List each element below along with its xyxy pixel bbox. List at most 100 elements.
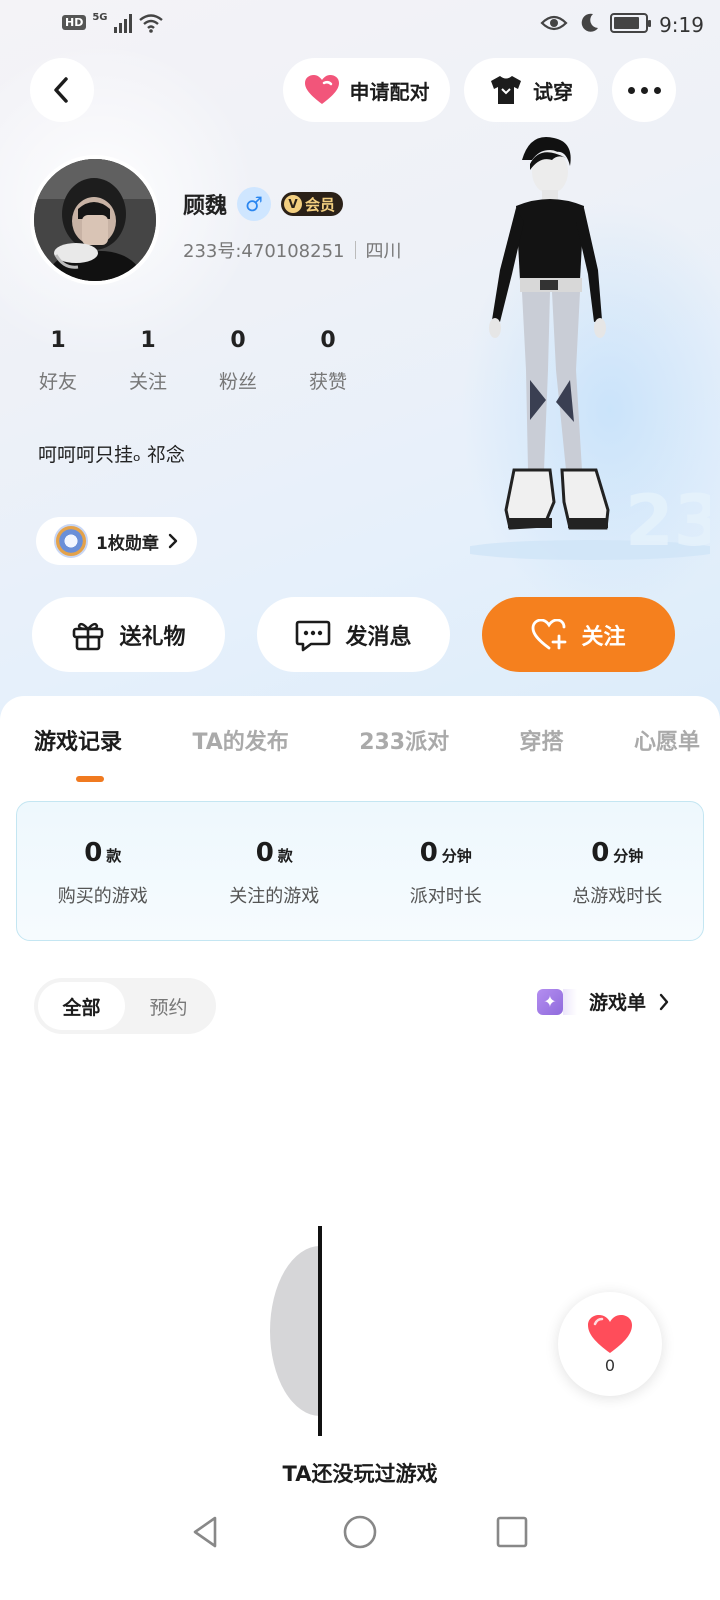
nav-home-icon[interactable] bbox=[340, 1512, 380, 1552]
summary-value: 0 bbox=[419, 838, 438, 868]
tab-game-records[interactable]: 游戏记录 bbox=[34, 724, 122, 756]
chevron-right-icon bbox=[168, 533, 178, 549]
summary-unit: 分钟 bbox=[441, 847, 472, 865]
send-gift-label: 送礼物 bbox=[119, 624, 186, 650]
summary-party-time[interactable]: 0 分钟 派对时长 bbox=[360, 802, 532, 940]
stat-label: 粉丝 bbox=[218, 371, 257, 393]
stat-value: 1 bbox=[140, 328, 156, 353]
empty-state-illustration bbox=[270, 1226, 322, 1436]
hd-indicator: HD bbox=[62, 15, 87, 30]
follow-button[interactable]: 关注 bbox=[482, 597, 675, 672]
heart-icon bbox=[304, 75, 339, 104]
medal-icon bbox=[54, 524, 88, 558]
summary-unit: 款 bbox=[106, 847, 122, 865]
empty-state-text: TA还没玩过游戏 bbox=[282, 1462, 438, 1486]
more-icon bbox=[627, 86, 661, 94]
svg-text:233: 233 bbox=[625, 480, 710, 560]
summary-unit: 分钟 bbox=[613, 847, 644, 865]
stat-label: 关注 bbox=[128, 371, 167, 393]
tab-outfits[interactable]: 穿搭 bbox=[520, 724, 564, 756]
summary-value: 0 bbox=[591, 838, 610, 868]
stat-value: 0 bbox=[320, 328, 336, 353]
send-message-label: 发消息 bbox=[345, 624, 412, 650]
filter-all[interactable]: 全部 bbox=[38, 982, 125, 1030]
tshirt-icon bbox=[491, 76, 521, 104]
try-on-label: 试穿 bbox=[533, 79, 573, 104]
summary-label: 购买的游戏 bbox=[57, 886, 148, 907]
stat-fans[interactable]: 0 粉丝 bbox=[216, 328, 306, 394]
send-message-button[interactable]: 发消息 bbox=[257, 597, 450, 672]
summary-purchased[interactable]: 0 款 购买的游戏 bbox=[17, 802, 189, 940]
user-name: 顾魏 bbox=[183, 194, 228, 219]
avatar-photo bbox=[34, 159, 156, 281]
summary-unit: 款 bbox=[277, 847, 293, 865]
user-location: 四川 bbox=[365, 241, 402, 262]
follow-label: 关注 bbox=[581, 624, 626, 650]
stat-likes[interactable]: 0 获赞 bbox=[306, 328, 396, 394]
filter-reserve[interactable]: 预约 bbox=[125, 982, 212, 1030]
tab-party[interactable]: 233派对 bbox=[359, 724, 449, 756]
battery-icon bbox=[610, 13, 651, 33]
try-on-button[interactable]: 试穿 bbox=[464, 58, 598, 122]
avatar[interactable] bbox=[30, 155, 160, 285]
stats-row: 1 好友 1 关注 0 粉丝 0 获赞 bbox=[36, 328, 396, 394]
vip-badge[interactable]: V 会员 bbox=[281, 192, 344, 216]
filter-segment: 全部 预约 bbox=[34, 978, 216, 1034]
stat-following[interactable]: 1 关注 bbox=[126, 328, 216, 394]
apply-pair-button[interactable]: 申请配对 bbox=[283, 58, 450, 122]
system-nav-bar bbox=[0, 1500, 720, 1600]
stat-value: 0 bbox=[230, 328, 246, 353]
chevron-right-icon bbox=[659, 993, 669, 1010]
stat-label: 获赞 bbox=[308, 371, 347, 393]
tab-bar: 游戏记录 TA的发布 233派对 穿搭 心愿单 bbox=[34, 724, 700, 756]
wifi-icon bbox=[138, 13, 163, 33]
summary-value: 0 bbox=[255, 838, 274, 868]
nav-back-icon[interactable] bbox=[185, 1512, 225, 1552]
gift-icon bbox=[73, 622, 104, 650]
eye-icon bbox=[540, 15, 568, 31]
user-id: 233号:470108251 bbox=[183, 241, 345, 262]
apply-pair-label: 申请配对 bbox=[349, 79, 430, 104]
vip-icon: V bbox=[284, 195, 303, 213]
name-row: 顾魏 ♂ V 会员 bbox=[183, 187, 344, 221]
game-list-link[interactable]: ✦ 游戏单 bbox=[536, 988, 670, 1015]
summary-label: 派对时长 bbox=[409, 886, 482, 907]
medal-label: 1枚勋章 bbox=[96, 533, 159, 554]
back-button[interactable] bbox=[30, 58, 94, 122]
chevron-left-icon bbox=[54, 77, 68, 103]
vip-label: 会员 bbox=[305, 195, 336, 214]
tab-posts[interactable]: TA的发布 bbox=[192, 724, 288, 756]
summary-total-time[interactable]: 0 分钟 总游戏时长 bbox=[532, 802, 704, 940]
summary-label: 关注的游戏 bbox=[229, 886, 320, 907]
id-row: 233号:470108251 四川 bbox=[183, 237, 402, 263]
send-gift-button[interactable]: 送礼物 bbox=[32, 597, 225, 672]
stat-label: 好友 bbox=[38, 371, 77, 393]
male-icon: ♂ bbox=[237, 187, 272, 221]
medal-button[interactable]: 1枚勋章 bbox=[36, 517, 197, 565]
game-summary-card: 0 款 购买的游戏 0 款 关注的游戏 0 分钟 派对时长 0 分钟 总游戏时长 bbox=[16, 801, 704, 941]
stat-value: 1 bbox=[50, 328, 66, 353]
signal-icon bbox=[113, 13, 132, 33]
bio-text: 呵呵呵只挂ₒ 祁念 bbox=[38, 444, 185, 466]
moon-icon bbox=[581, 13, 598, 32]
summary-value: 0 bbox=[84, 838, 103, 868]
nav-recents-icon[interactable] bbox=[492, 1512, 532, 1552]
stat-friends[interactable]: 1 好友 bbox=[36, 328, 126, 394]
heart-plus-icon bbox=[532, 618, 567, 649]
summary-followed[interactable]: 0 款 关注的游戏 bbox=[189, 802, 361, 940]
network-type: 5G bbox=[92, 12, 108, 23]
clock: 9:19 bbox=[659, 13, 704, 37]
sparkle-icon: ✦ bbox=[536, 988, 577, 1015]
heart-icon bbox=[588, 1314, 632, 1353]
content-panel: 游戏记录 TA的发布 233派对 穿搭 心愿单 0 款 购买的游戏 0 款 关注… bbox=[0, 696, 720, 1600]
like-button[interactable]: 0 bbox=[558, 1292, 662, 1396]
status-bar: HD 5G 9:19 bbox=[0, 0, 720, 50]
divider bbox=[354, 241, 356, 259]
tab-wishlist[interactable]: 心愿单 bbox=[634, 724, 700, 756]
character-avatar[interactable]: 233 bbox=[470, 130, 710, 560]
summary-label: 总游戏时长 bbox=[572, 886, 663, 907]
tab-indicator bbox=[76, 776, 104, 782]
more-button[interactable] bbox=[612, 58, 676, 122]
game-list-label: 游戏单 bbox=[588, 992, 646, 1014]
like-count: 0 bbox=[604, 1355, 616, 1375]
